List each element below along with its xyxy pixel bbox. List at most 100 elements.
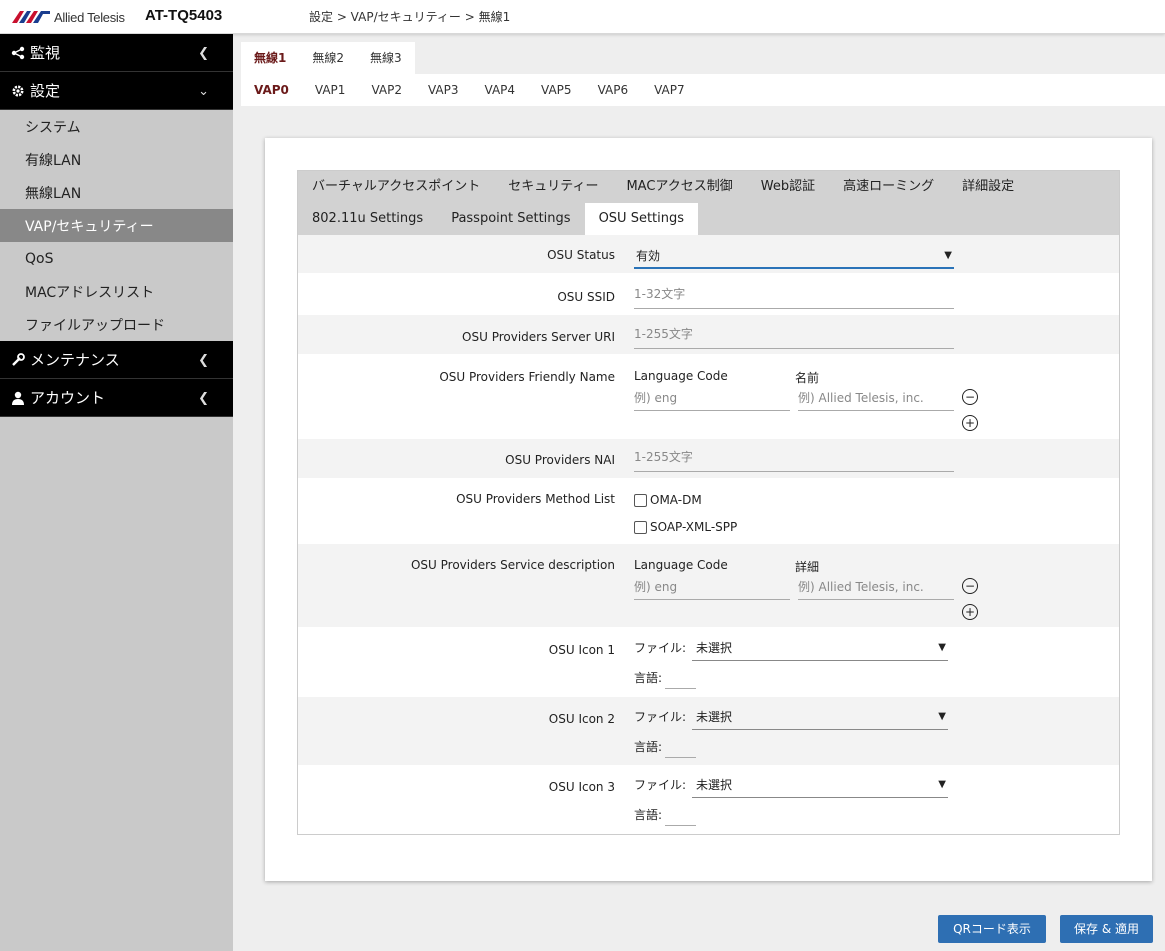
osu-ssid-input[interactable]: 1-32文字 xyxy=(634,285,954,309)
language-label: 言語: xyxy=(634,808,663,822)
plus-circle-icon[interactable]: + xyxy=(962,604,978,620)
sidebar-section-settings[interactable]: 設定 ⌄ xyxy=(0,72,233,110)
row-method-list: OSU Providers Method List OMA-DM SOAP-XM… xyxy=(298,478,1119,544)
service-detail-input[interactable]: 例) Allied Telesis, inc. xyxy=(798,578,954,600)
language-label: 言語: xyxy=(634,740,663,754)
chevron-down-icon: ⌄ xyxy=(198,84,209,99)
friendly-name-input[interactable]: 例) Allied Telesis, inc. xyxy=(798,389,954,411)
radio-tabs: 無線1 無線2 無線3 xyxy=(241,42,415,74)
tab-vap1[interactable]: VAP1 xyxy=(302,74,359,106)
row-nai: OSU Providers NAI 1-255文字 xyxy=(298,439,1119,478)
chevron-down-icon: ▼ xyxy=(944,249,952,261)
sidebar-section-label: 設定 xyxy=(30,82,61,100)
tab-mac-access-control[interactable]: MACアクセス制御 xyxy=(612,171,746,203)
service-detail-header: 詳細 xyxy=(795,560,820,574)
wrench-icon xyxy=(10,352,26,368)
friendly-name-header: 名前 xyxy=(795,371,820,385)
show-qr-code-button[interactable]: QRコード表示 xyxy=(938,915,1046,943)
method-list-label: OSU Providers Method List xyxy=(456,492,615,506)
row-osu-status: OSU Status 有効 ▼ xyxy=(298,235,1119,273)
osu-ssid-label: OSU SSID xyxy=(557,290,615,304)
osu-status-select[interactable]: 有効 ▼ xyxy=(634,243,954,269)
minus-circle-icon[interactable]: − xyxy=(962,389,978,405)
nai-input[interactable]: 1-255文字 xyxy=(634,448,954,472)
tab-web-auth[interactable]: Web認証 xyxy=(747,171,829,203)
tab-radio-3[interactable]: 無線3 xyxy=(357,42,415,74)
tab-passpoint-settings[interactable]: Passpoint Settings xyxy=(437,203,584,235)
tab-radio-1[interactable]: 無線1 xyxy=(241,42,300,74)
logo-mark-icon xyxy=(12,11,50,23)
tab-vap7[interactable]: VAP7 xyxy=(641,74,698,106)
chevron-left-icon: ❮ xyxy=(198,353,209,368)
sidebar-item-system[interactable]: システム xyxy=(0,110,233,143)
sidebar-section-monitor[interactable]: 監視 ❮ xyxy=(0,34,233,72)
tab-vap3[interactable]: VAP3 xyxy=(415,74,472,106)
osu-icon-2-file-select[interactable]: 未選択 ▼ xyxy=(692,704,948,730)
tab-advanced[interactable]: 詳細設定 xyxy=(948,171,1028,203)
osu-icon-2-label: OSU Icon 2 xyxy=(548,712,615,726)
osu-status-label: OSU Status xyxy=(547,248,615,262)
osu-icon-3-file-select[interactable]: 未選択 ▼ xyxy=(692,772,948,798)
sidebar-section-account[interactable]: アカウント ❮ xyxy=(0,379,233,417)
row-osu-icon-2: OSU Icon 2 ファイル: 未選択 ▼ 言語: xyxy=(298,697,1119,765)
file-label: ファイル: xyxy=(634,778,687,792)
tab-vap2[interactable]: VAP2 xyxy=(358,74,415,106)
sidebar-item-mac-address-list[interactable]: MACアドレスリスト xyxy=(0,275,233,308)
sidebar-section-label: メンテナンス xyxy=(30,351,120,369)
method-soap-xml-spp[interactable]: SOAP-XML-SPP xyxy=(634,520,737,534)
row-friendly-name: OSU Providers Friendly Name Language Cod… xyxy=(298,354,1119,439)
brand-name: Allied Telesis xyxy=(54,9,125,25)
breadcrumb: 設定 > VAP/セキュリティー > 無線1 xyxy=(309,10,511,24)
osu-icon-3-language-input[interactable] xyxy=(665,804,696,826)
server-uri-label: OSU Providers Server URI xyxy=(462,330,615,344)
tab-vap6[interactable]: VAP6 xyxy=(585,74,642,106)
soap-xml-spp-checkbox[interactable] xyxy=(634,521,647,534)
oma-dm-checkbox[interactable] xyxy=(634,494,647,507)
sidebar-item-qos[interactable]: QoS xyxy=(0,242,233,275)
device-model: AT-TQ5403 xyxy=(145,7,223,24)
sidebar-item-wired-lan[interactable]: 有線LAN xyxy=(0,143,233,176)
brand-logo: Allied Telesis xyxy=(12,9,125,25)
osu-icon-1-label: OSU Icon 1 xyxy=(548,643,615,657)
plus-circle-icon[interactable]: + xyxy=(962,415,978,431)
tab-80211u-settings[interactable]: 802.11u Settings xyxy=(298,203,437,235)
soap-xml-spp-label: SOAP-XML-SPP xyxy=(650,520,738,534)
tab-radio-2[interactable]: 無線2 xyxy=(299,42,357,74)
tab-security[interactable]: セキュリティー xyxy=(494,171,612,203)
chevron-down-icon: ▼ xyxy=(938,711,946,722)
osu-icon-1-language-input[interactable] xyxy=(665,667,696,689)
tab-vap4[interactable]: VAP4 xyxy=(472,74,529,106)
server-uri-input[interactable]: 1-255文字 xyxy=(634,325,954,349)
sidebar-section-label: アカウント xyxy=(30,389,106,407)
friendly-name-label: OSU Providers Friendly Name xyxy=(439,370,615,384)
tab-osu-settings[interactable]: OSU Settings xyxy=(584,203,699,235)
tab-virtual-access-point[interactable]: バーチャルアクセスポイント xyxy=(298,171,494,203)
sidebar-item-vap-security[interactable]: VAP/セキュリティー xyxy=(0,209,233,242)
file-select-value: 未選択 xyxy=(696,641,733,655)
osu-status-value: 有効 xyxy=(636,248,661,263)
save-apply-button[interactable]: 保存 & 適用 xyxy=(1060,915,1153,943)
sidebar-item-wireless-lan[interactable]: 無線LAN xyxy=(0,176,233,209)
osu-icon-1-file-select[interactable]: 未選択 ▼ xyxy=(692,635,948,661)
file-select-value: 未選択 xyxy=(696,778,733,792)
friendly-lang-code-input[interactable]: 例) eng xyxy=(634,389,790,411)
tab-vap5[interactable]: VAP5 xyxy=(528,74,585,106)
tab-vap0[interactable]: VAP0 xyxy=(241,74,302,106)
row-osu-icon-3: OSU Icon 3 ファイル: 未選択 ▼ 言語: xyxy=(298,765,1119,835)
user-icon xyxy=(10,390,26,406)
service-lang-code-input[interactable]: 例) eng xyxy=(634,578,790,600)
panel-tabs: バーチャルアクセスポイント セキュリティー MACアクセス制御 Web認証 高速… xyxy=(298,171,1119,235)
minus-circle-icon[interactable]: − xyxy=(962,578,978,594)
settings-card: バーチャルアクセスポイント セキュリティー MACアクセス制御 Web認証 高速… xyxy=(265,138,1152,881)
file-label: ファイル: xyxy=(634,710,687,724)
sidebar-item-file-upload[interactable]: ファイルアップロード xyxy=(0,308,233,341)
tab-fast-roaming[interactable]: 高速ローミング xyxy=(829,171,948,203)
osu-icon-2-language-input[interactable] xyxy=(665,736,696,758)
osu-icon-3-label: OSU Icon 3 xyxy=(548,780,615,794)
row-osu-ssid: OSU SSID 1-32文字 xyxy=(298,273,1119,315)
method-oma-dm[interactable]: OMA-DM xyxy=(634,493,702,507)
nai-label: OSU Providers NAI xyxy=(505,453,615,467)
top-bar: Allied Telesis AT-TQ5403 設定 > VAP/セキュリティ… xyxy=(0,0,1165,34)
row-osu-icon-1: OSU Icon 1 ファイル: 未選択 ▼ 言語: xyxy=(298,627,1119,697)
sidebar-section-maintenance[interactable]: メンテナンス ❮ xyxy=(0,341,233,379)
